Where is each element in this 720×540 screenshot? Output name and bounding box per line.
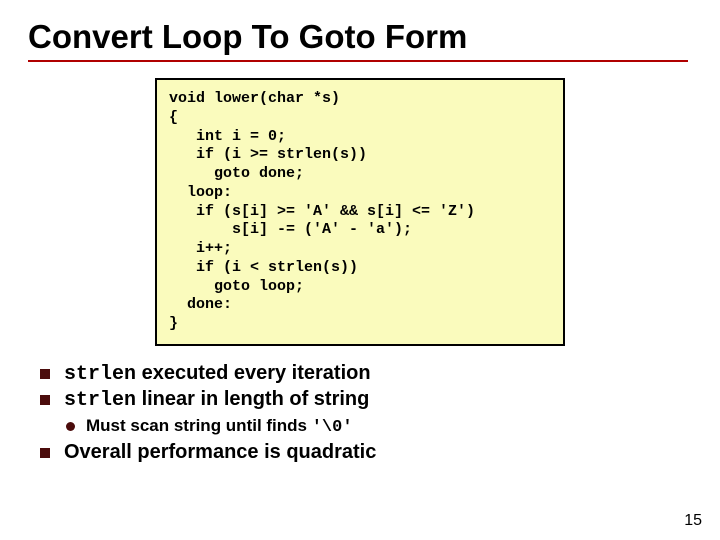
slide-title: Convert Loop To Goto Form	[28, 18, 692, 56]
sub-bullet-1-pre: Must scan string until finds	[86, 416, 312, 435]
bullet-3-text: Overall performance is quadratic	[64, 441, 376, 463]
code-box: void lower(char *s) { int i = 0; if (i >…	[155, 78, 565, 346]
bullet-1-text: executed every iteration	[136, 362, 371, 384]
bullet-3: Overall performance is quadratic	[36, 441, 692, 464]
bullet-2-code: strlen	[64, 389, 136, 412]
bullet-2: strlen linear in length of string Must s…	[36, 388, 692, 437]
sub-bullet-list: Must scan string until finds '\0'	[64, 416, 692, 437]
sub-bullet-1-code: '\0'	[312, 418, 353, 437]
title-underline	[28, 60, 688, 62]
bullet-2-text: linear in length of string	[136, 388, 369, 410]
bullet-1-code: strlen	[64, 363, 136, 386]
bullet-1: strlen executed every iteration	[36, 362, 692, 386]
sub-bullet-1: Must scan string until finds '\0'	[64, 416, 692, 437]
page-number: 15	[684, 512, 702, 530]
bullet-list: strlen executed every iteration strlen l…	[36, 362, 692, 464]
code-snippet: void lower(char *s) { int i = 0; if (i >…	[169, 90, 551, 334]
